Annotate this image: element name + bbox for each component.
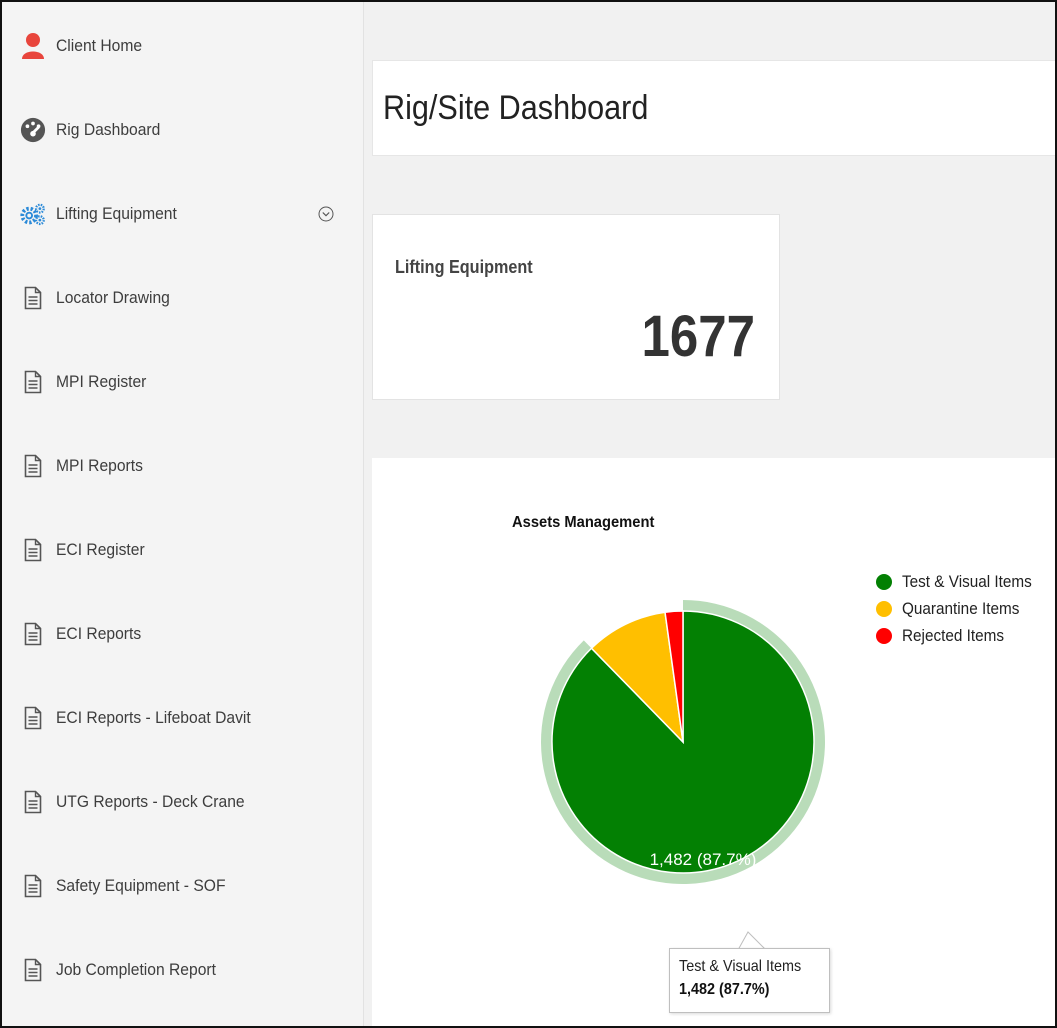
document-icon xyxy=(20,617,46,651)
sidebar: Client Home Rig Dashboard Lifting Equipm… xyxy=(0,0,364,1028)
document-icon xyxy=(20,533,46,567)
legend-item[interactable]: Quarantine Items xyxy=(876,595,1046,622)
sidebar-item-rig-dashboard[interactable]: Rig Dashboard xyxy=(0,100,364,160)
sidebar-item-label: UTG Reports - Deck Crane xyxy=(56,792,245,811)
sidebar-item-label: Locator Drawing xyxy=(56,288,170,307)
chevron-down-icon[interactable] xyxy=(318,206,334,222)
document-icon xyxy=(20,953,46,987)
chart-panel: Assets Management 1,482 (87.7%) Test & V… xyxy=(372,458,1057,1028)
sidebar-item-label: ECI Reports - Lifeboat Davit xyxy=(56,708,251,727)
sidebar-item-label: MPI Reports xyxy=(56,456,143,475)
sidebar-item-mpi-reports[interactable]: MPI Reports xyxy=(0,436,364,496)
sidebar-item-locator-drawing[interactable]: Locator Drawing xyxy=(0,268,364,328)
stat-value: 1677 xyxy=(641,304,755,369)
tooltip-series-name: Test & Visual Items xyxy=(679,958,802,975)
user-icon xyxy=(20,29,46,63)
chart-legend: Test & Visual Items Quarantine Items Rejec… xyxy=(876,568,1046,649)
sidebar-item-label: ECI Register xyxy=(56,540,145,559)
document-icon xyxy=(20,281,46,315)
legend-item[interactable]: Rejected Items xyxy=(876,622,1046,649)
sidebar-item-eci-register[interactable]: ECI Register xyxy=(0,520,364,580)
legend-swatch xyxy=(876,600,892,617)
sidebar-item-eci-reports[interactable]: ECI Reports xyxy=(0,604,364,664)
sidebar-item-job-completion-report[interactable]: Job Completion Report xyxy=(0,940,364,1000)
tooltip-value: 1,482 (87.7%) xyxy=(679,981,770,998)
dashboard-gauge-icon xyxy=(20,113,46,147)
document-icon xyxy=(20,365,46,399)
sidebar-item-label: Rig Dashboard xyxy=(56,120,161,139)
page-title: Rig/Site Dashboard xyxy=(383,89,649,127)
sidebar-item-label: MPI Register xyxy=(56,372,147,391)
stat-label: Lifting Equipment xyxy=(395,257,533,277)
legend-item[interactable]: Test & Visual Items xyxy=(876,568,1046,595)
sidebar-item-eci-reports-lifeboat-davit[interactable]: ECI Reports - Lifeboat Davit xyxy=(0,688,364,748)
sidebar-item-label: ECI Reports xyxy=(56,624,142,643)
legend-label: Rejected Items xyxy=(902,625,1005,645)
legend-swatch xyxy=(876,573,892,590)
document-icon xyxy=(20,869,46,903)
page-header: Rig/Site Dashboard xyxy=(372,60,1057,156)
sidebar-item-client-home[interactable]: Client Home xyxy=(0,16,364,76)
legend-swatch xyxy=(876,627,892,644)
sidebar-item-label: Safety Equipment - SOF xyxy=(56,876,226,895)
gears-icon xyxy=(20,197,46,231)
pie-chart: 1,482 (87.7%) xyxy=(541,600,825,951)
document-icon xyxy=(20,701,46,735)
stat-card-lifting-equipment[interactable]: Lifting Equipment 1677 xyxy=(372,214,780,400)
sidebar-item-label: Job Completion Report xyxy=(56,960,216,979)
legend-label: Test & Visual Items xyxy=(902,571,1032,591)
sidebar-item-mpi-register[interactable]: MPI Register xyxy=(0,352,364,412)
sidebar-item-label: Lifting Equipment xyxy=(56,204,177,223)
sidebar-item-lifting-equipment[interactable]: Lifting Equipment xyxy=(0,184,364,244)
sidebar-item-safety-equipment-sof[interactable]: Safety Equipment - SOF xyxy=(0,856,364,916)
document-icon xyxy=(20,785,46,819)
legend-label: Quarantine Items xyxy=(902,598,1020,618)
chart-tooltip: Test & Visual Items 1,482 (87.7%) xyxy=(669,948,830,1013)
pie-data-label: 1,482 (87.7%) xyxy=(650,850,757,869)
sidebar-item-utg-reports-deck-crane[interactable]: UTG Reports - Deck Crane xyxy=(0,772,364,832)
sidebar-item-label: Client Home xyxy=(56,36,143,55)
document-icon xyxy=(20,449,46,483)
